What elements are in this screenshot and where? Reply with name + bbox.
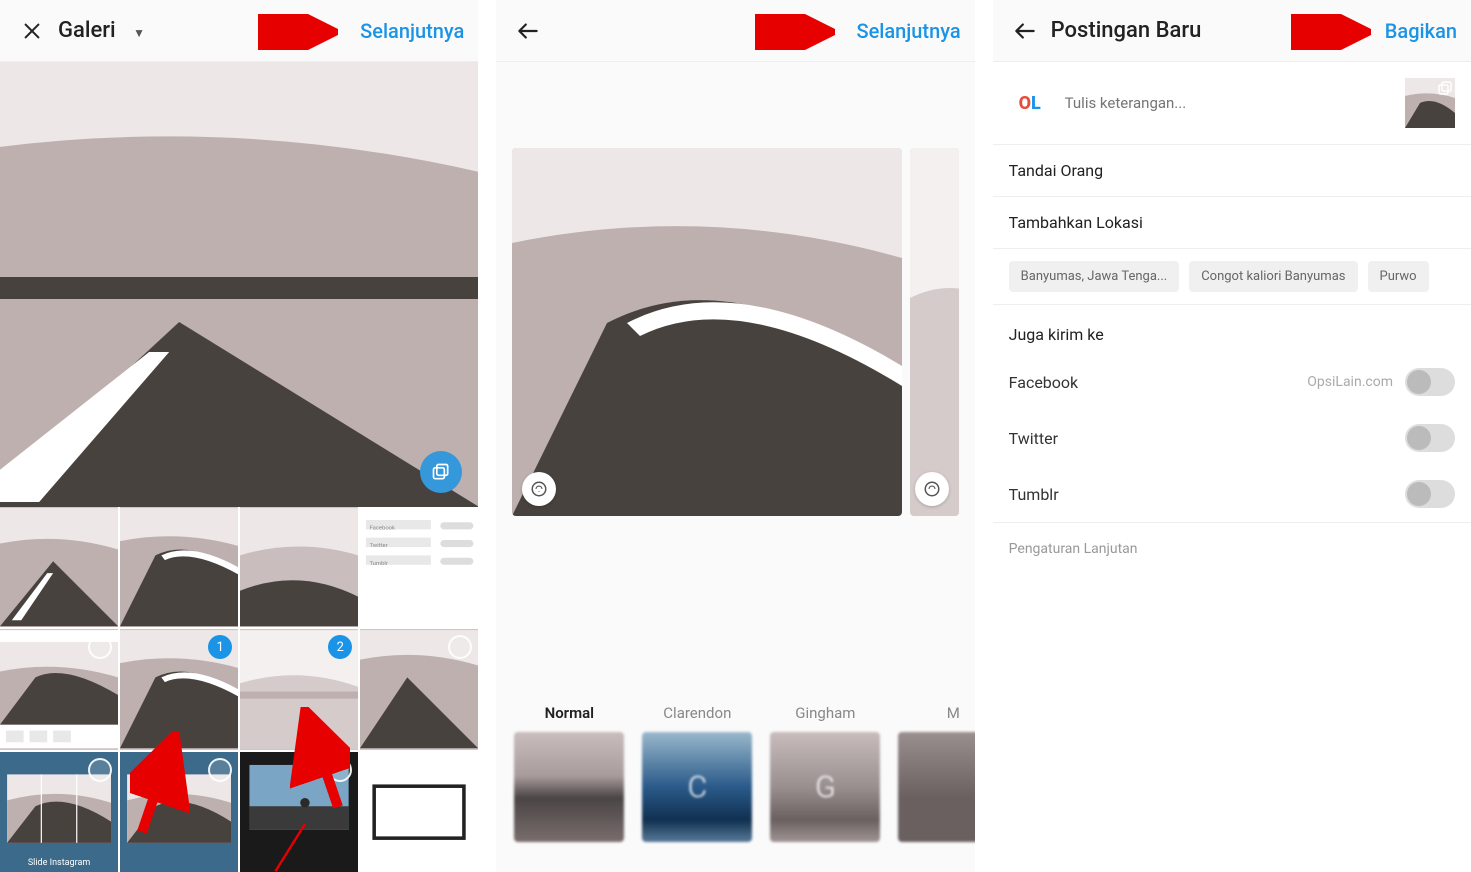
filter-thumb: G — [770, 732, 880, 842]
gallery-thumb[interactable] — [360, 752, 478, 872]
caption-input[interactable] — [1065, 94, 1391, 112]
select-circle — [328, 758, 352, 782]
share-account-label: OpsiLain.com — [1307, 374, 1393, 390]
filter-label: Clarendon — [663, 704, 731, 722]
annotation-arrow — [1291, 14, 1371, 50]
back-icon[interactable] — [510, 13, 546, 49]
edit-preview-main[interactable] — [512, 148, 902, 516]
filter-item-m[interactable]: M — [898, 704, 974, 842]
share-button[interactable]: Bagikan — [1385, 19, 1457, 43]
share-row-twitter: Twitter — [993, 410, 1471, 466]
screen-share: Postingan Baru Bagikan OL Tandai Orang T… — [993, 0, 1471, 872]
annotation-arrow — [755, 14, 835, 50]
share-row-facebook: Facebook OpsiLain.com — [993, 354, 1471, 410]
share-platform-label: Twitter — [1009, 429, 1058, 448]
multiple-icon — [1438, 81, 1452, 95]
annotation-arrow — [258, 14, 338, 50]
gallery-grid: Facebook Twitter Tumblr 1 2 Slide Instagra… — [0, 507, 478, 872]
gallery-thumb-selected[interactable]: 1 — [120, 629, 238, 749]
next-button-2[interactable]: Selanjutnya — [856, 19, 960, 43]
gallery-thumb[interactable] — [240, 752, 358, 872]
chevron-down-icon: ▼ — [133, 26, 145, 40]
filter-item-gingham[interactable]: Gingham G — [770, 704, 880, 842]
filter-thumb — [514, 732, 624, 842]
caption-row: OL — [993, 62, 1471, 145]
gallery-thumb-selected[interactable]: 2 — [240, 629, 358, 749]
svg-text:Tumblr: Tumblr — [370, 561, 388, 567]
filter-item-normal[interactable]: Normal — [514, 704, 624, 842]
screen-gallery: Galeri ▼ Selanjutnya Facebook Twitter Tumb… — [0, 0, 478, 872]
share-platform-label: Facebook — [1009, 373, 1078, 392]
photo-preview[interactable] — [0, 62, 478, 507]
album-label: Slide Instagram — [0, 858, 118, 868]
select-circle — [88, 758, 112, 782]
filter-thumb — [898, 732, 974, 842]
share-platform-label: Tumblr — [1009, 485, 1059, 504]
edit-preview-area — [496, 62, 974, 602]
share-body: OL Tandai Orang Tambahkan Lokasi Banyuma… — [993, 62, 1471, 872]
close-icon[interactable] — [14, 13, 50, 49]
share-row-tumblr: Tumblr — [993, 466, 1471, 522]
edit-image-icon[interactable] — [915, 472, 949, 506]
svg-text:Facebook: Facebook — [370, 525, 396, 531]
gallery-thumb[interactable] — [360, 629, 478, 749]
gallery-thumb[interactable] — [0, 507, 118, 627]
select-circle — [208, 758, 232, 782]
page-title: Postingan Baru — [1051, 18, 1202, 43]
filter-label: M — [947, 704, 960, 722]
edit-preview-next[interactable] — [910, 148, 958, 516]
filter-label: Normal — [545, 704, 594, 722]
gallery-thumb[interactable] — [0, 629, 118, 749]
gallery-album-thumb[interactable]: Slide Instagram — [0, 752, 118, 872]
filter-item-clarendon[interactable]: Clarendon C — [642, 704, 752, 842]
header-2: Selanjutnya — [496, 0, 974, 62]
avatar: OL — [1009, 82, 1051, 124]
screen-edit: Selanjutnya Normal — [496, 0, 974, 872]
also-post-label: Juga kirim ke — [993, 305, 1471, 354]
svg-text:Twitter: Twitter — [370, 543, 388, 549]
advanced-settings-row[interactable]: Pengaturan Lanjutan — [993, 522, 1471, 575]
share-toggle[interactable] — [1405, 368, 1455, 396]
gallery-thumb[interactable] — [120, 752, 238, 872]
header-1: Galeri ▼ Selanjutnya — [0, 0, 478, 62]
gallery-thumb[interactable] — [240, 507, 358, 627]
location-chip[interactable]: Congot kaliori Banyumas — [1189, 261, 1357, 292]
filter-list[interactable]: Normal Clarendon C Gingham G M — [496, 602, 974, 872]
gallery-thumb[interactable]: Facebook Twitter Tumblr — [360, 507, 478, 627]
gallery-dropdown[interactable]: Galeri ▼ — [58, 18, 145, 43]
next-button-1[interactable]: Selanjutnya — [360, 19, 464, 43]
filter-thumb: C — [642, 732, 752, 842]
filter-label: Gingham — [795, 704, 855, 722]
tag-people-row[interactable]: Tandai Orang — [993, 145, 1471, 197]
add-location-row[interactable]: Tambahkan Lokasi — [993, 197, 1471, 249]
share-toggle[interactable] — [1405, 480, 1455, 508]
location-chip[interactable]: Purwo — [1368, 261, 1429, 292]
back-icon[interactable] — [1007, 13, 1043, 49]
share-toggle[interactable] — [1405, 424, 1455, 452]
gallery-thumb[interactable] — [120, 507, 238, 627]
location-chip[interactable]: Banyumas, Jawa Tenga... — [1009, 261, 1180, 292]
post-thumbnail[interactable] — [1405, 78, 1455, 128]
header-3: Postingan Baru Bagikan — [993, 0, 1471, 62]
location-chips: Banyumas, Jawa Tenga... Congot kaliori Ba… — [993, 249, 1471, 305]
